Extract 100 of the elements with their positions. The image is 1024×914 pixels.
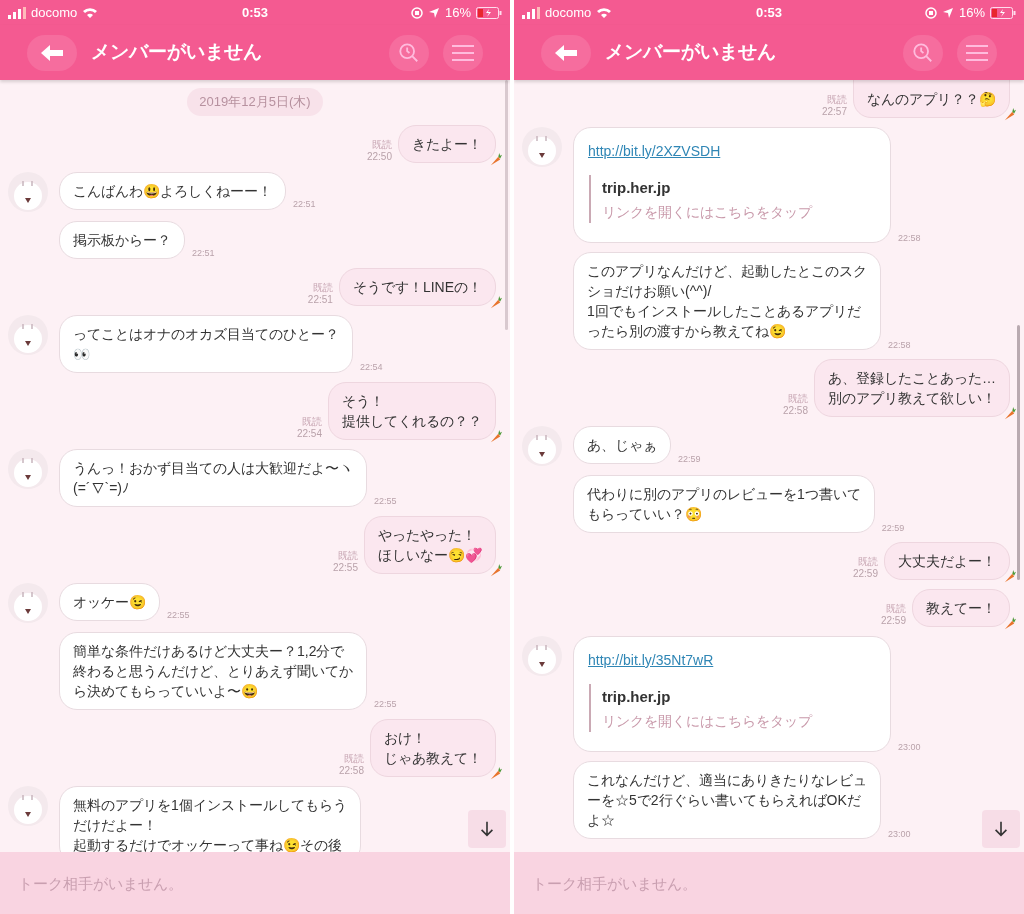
carrot-icon bbox=[488, 562, 503, 578]
message-time: 22:55 bbox=[374, 698, 397, 711]
message-text: このアプリなんだけど、起動したとこのスク bbox=[587, 262, 867, 281]
message-text: 大丈夫だよー！ bbox=[898, 552, 996, 571]
message-text: 提供してくれるの？？ bbox=[342, 411, 482, 431]
scroll-down-button[interactable] bbox=[982, 810, 1020, 848]
carrot-icon bbox=[1002, 107, 1017, 122]
message-text: 教えてー！ bbox=[926, 599, 996, 618]
url-link[interactable]: http://bit.ly/35Nt7wR bbox=[588, 648, 876, 672]
battery-icon bbox=[476, 6, 502, 19]
message-time: 22:59 bbox=[881, 521, 905, 535]
message-text: ったら別の渡すから教えてね😉 bbox=[587, 322, 787, 341]
read-label: 既読 bbox=[827, 94, 847, 106]
read-label: 既読 bbox=[338, 549, 358, 562]
carrot-icon bbox=[1002, 616, 1017, 631]
carrier-name: docomo bbox=[545, 3, 592, 22]
message-time: 23:00 bbox=[888, 827, 911, 841]
message-time: 22:59 bbox=[880, 615, 906, 627]
status-time: 0:53 bbox=[242, 3, 268, 22]
down-arrow-icon bbox=[992, 820, 1010, 838]
read-label: 既読 bbox=[372, 138, 392, 151]
message-text: 無料のアプリを1個インストールしてもらう bbox=[73, 795, 347, 815]
carrot-icon bbox=[488, 428, 503, 444]
message-text: もらっていい？😳 bbox=[587, 505, 703, 524]
message-time: 22:58 bbox=[782, 405, 808, 417]
battery-percent: 16% bbox=[444, 3, 471, 22]
message-text: 簡単な条件だけあるけど大丈夫ー？1,2分で bbox=[73, 641, 346, 661]
message-time: 22:57 bbox=[821, 106, 847, 118]
read-label: 既読 bbox=[788, 393, 808, 405]
message-text: おけ！ bbox=[384, 728, 427, 748]
message-text: 別のアプリ教えて欲しい！ bbox=[828, 389, 996, 408]
message-text: (=´∇`=)ﾉ bbox=[73, 478, 130, 498]
battery-percent: 16% bbox=[958, 3, 985, 22]
message-text: あ、登録したことあった… bbox=[828, 369, 996, 388]
battery-icon bbox=[990, 6, 1016, 19]
back-button[interactable] bbox=[27, 34, 77, 71]
message-time: 22:51 bbox=[293, 198, 316, 211]
site-name: trip.her.jp bbox=[602, 687, 672, 707]
message-time: 22:51 bbox=[192, 247, 215, 260]
carrot-icon bbox=[488, 765, 503, 781]
menu-button[interactable] bbox=[957, 34, 997, 71]
message-text: 起動するだけでオッケーって事ね😉その後 bbox=[73, 835, 343, 852]
date-label: 2019年12月5日(木) bbox=[187, 88, 323, 116]
message-text: ーを☆5で2行ぐらい書いてもらえればOKだ bbox=[587, 791, 862, 810]
signal-icon bbox=[522, 6, 540, 19]
message-time: 22:58 bbox=[898, 231, 921, 245]
search-button[interactable] bbox=[389, 34, 429, 71]
search-icon bbox=[912, 41, 934, 64]
search-icon bbox=[398, 41, 420, 64]
message-time: 22:55 bbox=[374, 495, 397, 508]
message-text: 終わると思うんだけど、とりあえず聞いてか bbox=[73, 661, 353, 681]
wifi-icon bbox=[82, 6, 99, 19]
carrot-icon bbox=[488, 151, 503, 167]
location-icon bbox=[941, 6, 954, 19]
menu-icon bbox=[451, 42, 475, 63]
link-card[interactable]: http://bit.ly/2XZVSDH trip.her.jp リンクを開くにはこちらをタップ bbox=[573, 127, 891, 243]
message-text: ってことはオナのオカズ目当てのひとー？ bbox=[73, 324, 339, 344]
menu-button[interactable] bbox=[443, 34, 483, 71]
message-text: そう！ bbox=[342, 391, 385, 411]
wifi-icon bbox=[596, 6, 613, 19]
back-arrow-icon bbox=[40, 43, 64, 62]
message-text: なんのアプリ？？🤔 bbox=[867, 90, 996, 109]
chat-title: メンバーがいません bbox=[605, 40, 776, 65]
read-label: 既読 bbox=[312, 281, 333, 294]
scroll-down-button[interactable] bbox=[468, 810, 506, 848]
read-label: 既読 bbox=[858, 556, 878, 568]
status-time: 0:53 bbox=[756, 3, 782, 22]
back-arrow-icon bbox=[554, 43, 578, 62]
url-link[interactable]: http://bit.ly/2XZVSDH bbox=[588, 139, 876, 163]
carrot-icon bbox=[488, 294, 503, 310]
message-text: 掲示板からー？ bbox=[73, 230, 171, 250]
message-text: オッケー😉 bbox=[73, 592, 146, 612]
carrier-name: docomo bbox=[31, 3, 78, 22]
message-text: やったやった！ bbox=[378, 525, 477, 545]
message-time: 22:54 bbox=[360, 361, 383, 374]
back-button[interactable] bbox=[541, 34, 591, 71]
location-icon bbox=[427, 6, 440, 19]
chat-title: メンバーがいません bbox=[91, 40, 262, 65]
read-label: 既読 bbox=[344, 752, 364, 765]
message-text: よ☆ bbox=[587, 811, 616, 830]
message-time: 22:55 bbox=[167, 609, 190, 622]
message-text: 👀 bbox=[73, 344, 91, 364]
menu-icon bbox=[965, 42, 989, 63]
search-button[interactable] bbox=[903, 34, 943, 71]
site-name: trip.her.jp bbox=[602, 178, 672, 198]
message-text: こんばんわ😃よろしくねーー！ bbox=[73, 181, 272, 201]
message-text: そうです！LINEの！ bbox=[352, 277, 482, 297]
message-time: 22:59 bbox=[678, 452, 701, 466]
message-time: 22:51 bbox=[307, 293, 333, 306]
message-text: 代わりに別のアプリのレビューを1つ書いて bbox=[587, 485, 861, 504]
message-time: 22:58 bbox=[338, 764, 364, 777]
message-text: だけだよー！ bbox=[73, 815, 158, 835]
message-text: じゃあ教えて！ bbox=[384, 748, 482, 768]
message-text: ショだけお願い(^^)/ bbox=[587, 282, 713, 301]
message-text: ら決めてもらっていいよ〜😀 bbox=[73, 681, 259, 701]
carrot-icon bbox=[1002, 406, 1017, 421]
link-card[interactable]: http://bit.ly/35Nt7wR trip.her.jp リンクを開くにはこちらをタップ bbox=[573, 636, 891, 752]
message-time: 23:00 bbox=[898, 740, 921, 754]
read-label: 既読 bbox=[302, 415, 322, 428]
read-label: 既読 bbox=[886, 603, 906, 615]
